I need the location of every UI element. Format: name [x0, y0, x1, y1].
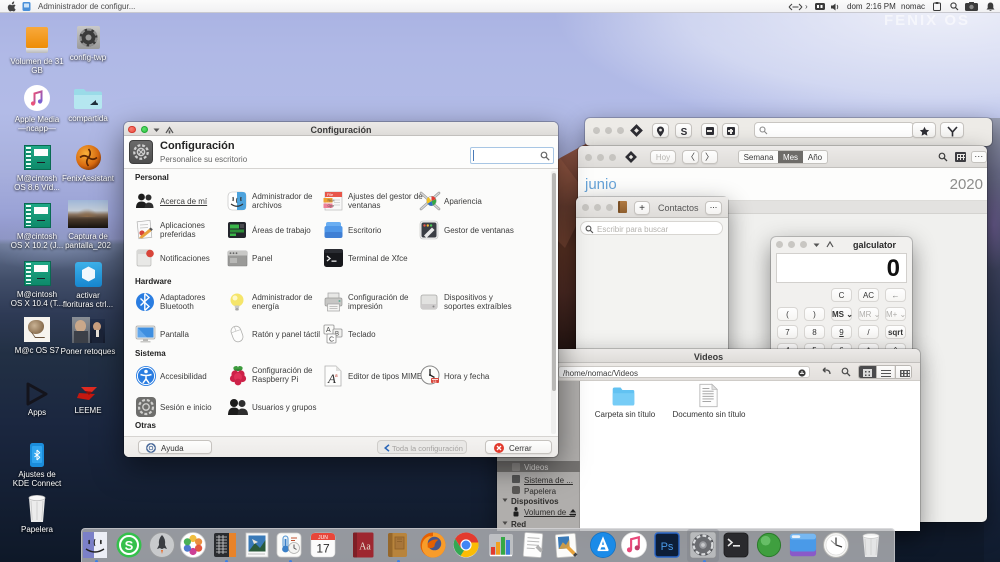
- svg-text:Ope: Ope: [328, 204, 335, 208]
- svg-text:17: 17: [316, 542, 330, 556]
- svg-text:a: a: [335, 373, 338, 379]
- svg-text:JUN: JUN: [318, 535, 328, 541]
- svg-text:Aa: Aa: [359, 542, 371, 553]
- svg-text:A: A: [326, 327, 331, 334]
- svg-text:S: S: [125, 538, 134, 553]
- svg-text:C: C: [329, 337, 334, 344]
- svg-text:Ps: Ps: [661, 541, 674, 553]
- svg-text:New: New: [328, 198, 336, 202]
- svg-text:S: S: [680, 127, 687, 137]
- svg-text:File: File: [327, 193, 333, 197]
- svg-text:18: 18: [433, 380, 437, 384]
